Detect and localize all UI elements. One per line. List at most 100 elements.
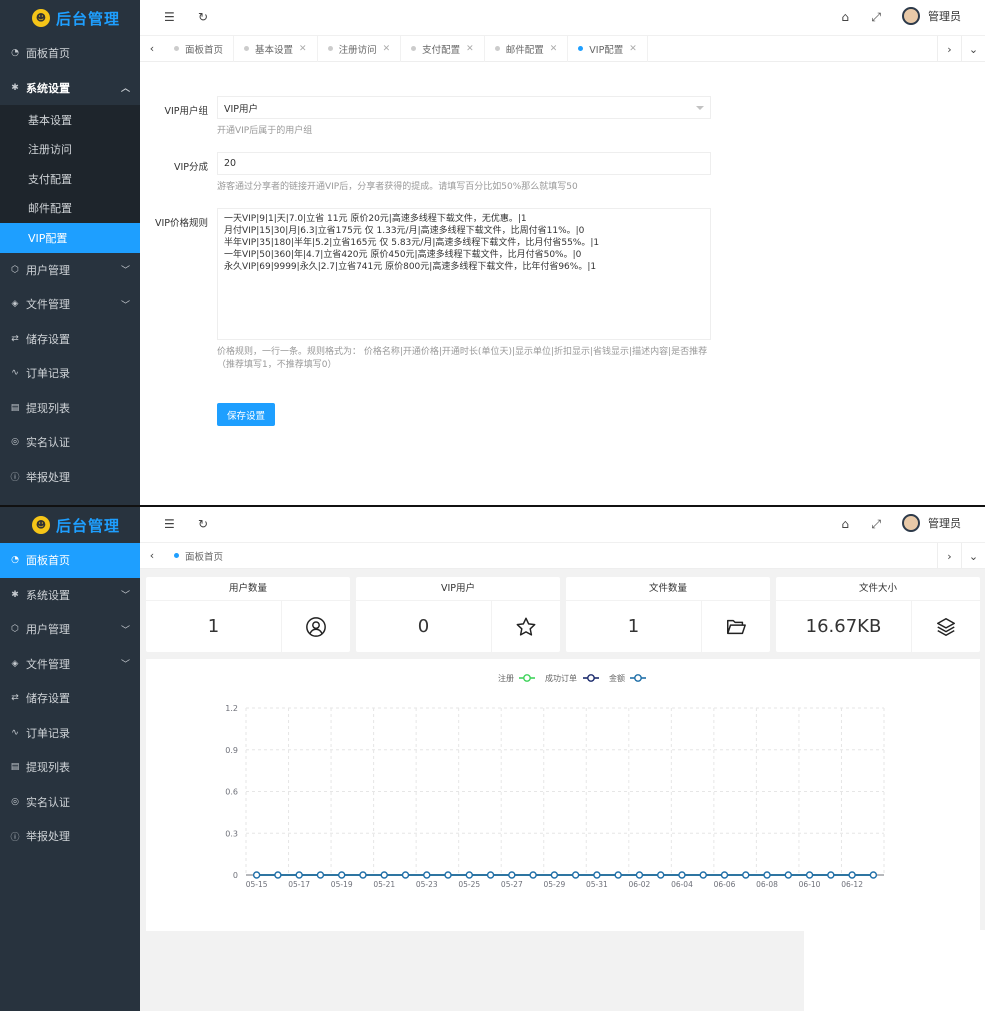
tab-scroll-right-icon[interactable]: › — [937, 36, 961, 62]
avatar — [902, 7, 920, 25]
folder-open-icon — [701, 601, 770, 652]
app-logo[interactable]: ☻ 后台管理 — [0, 0, 140, 36]
menu-toggle-icon[interactable]: ☰ — [164, 517, 175, 531]
sidebar-item-label: 订单记录 — [26, 367, 70, 381]
stat-title: VIP用户 — [356, 577, 560, 601]
data-point — [614, 871, 622, 879]
gear-icon: ✱ — [11, 589, 19, 600]
data-point — [848, 871, 856, 879]
menu-toggle-icon[interactable]: ☰ — [164, 10, 175, 24]
sidebar: ☻ 后台管理 ◔ 面板首页 ✱ 系统设置 ﹀ ⬡ 用户管理 ﹀ ◈ 文件管理 ﹀ ⇄ 储存设置 … — [0, 507, 140, 1011]
user-menu[interactable]: 管理员 — [902, 514, 961, 532]
tab-dashboard[interactable]: 面板首页 — [164, 543, 233, 569]
stat-value: 1 — [627, 616, 640, 637]
stat-value: 0 — [417, 616, 430, 637]
sidebar-item-system-settings[interactable]: ✱ 系统设置 ︿ — [0, 70, 140, 105]
user-box-icon: ⬡ — [11, 264, 19, 275]
sidebar-subitem-payment[interactable]: 支付配置 — [0, 164, 140, 194]
sidebar-item-label: 订单记录 — [26, 726, 70, 740]
tab-register[interactable]: 注册访问 ✕ — [318, 35, 402, 62]
data-point — [869, 871, 878, 879]
data-point — [593, 871, 601, 879]
close-icon[interactable]: ✕ — [466, 44, 474, 54]
data-point — [550, 871, 559, 879]
data-point — [486, 871, 495, 879]
fullscreen-icon[interactable]: ⤢ — [871, 10, 881, 25]
chevron-down-icon: ﹀ — [120, 591, 130, 602]
sidebar-item-users[interactable]: ⬡ 用户管理 ﹀ — [0, 612, 140, 647]
vip-rules-textarea[interactable]: 一天VIP|9|1|天|7.0|立省 11元 原价20元|高速多线程下载文件，无… — [217, 208, 711, 340]
data-point — [529, 871, 537, 879]
sidebar-item-label: 面板首页 — [26, 554, 70, 568]
sidebar-item-dashboard[interactable]: ◔ 面板首页 — [0, 543, 140, 578]
tab-scroll-left-icon[interactable]: ‹ — [140, 42, 164, 55]
gear-icon: ✱ — [11, 82, 19, 93]
app-logo[interactable]: ☻ 后台管理 — [0, 507, 140, 543]
tab-scroll-right-icon[interactable]: › — [937, 543, 961, 569]
sidebar-item-files[interactable]: ◈ 文件管理 ﹀ — [0, 287, 140, 322]
data-point — [657, 871, 665, 879]
sidebar-item-withdraw[interactable]: ▤ 提现列表 — [0, 750, 140, 785]
sidebar-item-system-settings[interactable]: ✱ 系统设置 ﹀ — [0, 578, 140, 613]
alert-icon: ⓘ — [10, 473, 20, 484]
sidebar-subitem-vip[interactable]: VIP配置 — [0, 223, 140, 253]
sidebar-item-label: 储存设置 — [26, 332, 70, 346]
close-icon[interactable]: ✕ — [383, 44, 391, 54]
list-icon: ▤ — [10, 402, 20, 413]
tab-basic-settings[interactable]: 基本设置 ✕ — [234, 35, 318, 62]
sidebar-subitem-register[interactable]: 注册访问 — [0, 135, 140, 165]
sidebar-item-files[interactable]: ◈ 文件管理 ﹀ — [0, 647, 140, 682]
data-point — [508, 871, 516, 879]
vip-share-input[interactable]: 20 — [217, 152, 711, 175]
sidebar-item-withdraw[interactable]: ▤ 提现列表 — [0, 391, 140, 426]
sidebar-item-dashboard[interactable]: ◔ 面板首页 — [0, 36, 140, 71]
tab-scroll-left-icon[interactable]: ‹ — [140, 549, 164, 562]
sidebar-item-label: 实名认证 — [26, 436, 70, 450]
user-menu[interactable]: 管理员 — [902, 7, 961, 25]
tab-label: VIP配置 — [589, 44, 624, 56]
close-icon[interactable]: ✕ — [550, 44, 558, 54]
topbar: ☰ ↻ ⌂ ⤢ 管理员 — [140, 507, 985, 543]
refresh-icon[interactable]: ↻ — [198, 10, 208, 24]
sidebar-item-label: 系统设置 — [26, 588, 70, 602]
tab-controls: › ⌄ — [937, 36, 985, 62]
chevron-down-icon: ﹀ — [120, 660, 130, 671]
save-button[interactable]: 保存设置 — [217, 403, 275, 426]
data-point — [827, 871, 835, 879]
home-icon[interactable]: ⌂ — [841, 517, 849, 531]
tab-dashboard[interactable]: 面板首页 — [164, 35, 235, 62]
sidebar-subitem-basic[interactable]: 基本设置 — [0, 105, 140, 135]
chevron-down-icon: ﹀ — [120, 300, 130, 311]
sidebar-subitem-email[interactable]: 邮件配置 — [0, 194, 140, 224]
tab-vip[interactable]: VIP配置 ✕ — [568, 35, 648, 62]
sidebar-item-orders[interactable]: ∿ 订单记录 — [0, 716, 140, 751]
sidebar-item-storage[interactable]: ⇄ 储存设置 — [0, 681, 140, 716]
refresh-icon[interactable]: ↻ — [198, 517, 208, 531]
tab-menu-icon[interactable]: ⌄ — [961, 543, 985, 569]
tab-email[interactable]: 邮件配置 ✕ — [485, 35, 569, 62]
tab-payment[interactable]: 支付配置 ✕ — [401, 35, 485, 62]
star-icon — [491, 601, 560, 652]
home-icon[interactable]: ⌂ — [841, 10, 849, 24]
close-icon[interactable]: ✕ — [629, 44, 637, 54]
dashboard-icon: ◔ — [11, 555, 19, 566]
sidebar-item-reports[interactable]: ⓘ 举报处理 — [0, 819, 140, 854]
vip-group-select[interactable]: VIP用户 — [217, 96, 711, 119]
tab-label: 面板首页 — [185, 551, 224, 563]
close-icon[interactable]: ✕ — [299, 44, 307, 54]
sidebar-item-reports[interactable]: ⓘ 举报处理 — [0, 460, 140, 495]
line-chart: 0 0.3 0.6 0.9 1.2 05-15 05-17 05-19 05-21 05-23 05… — [225, 673, 885, 889]
sidebar-item-verify[interactable]: ◎ 实名认证 — [0, 785, 140, 820]
sidebar-item-verify[interactable]: ◎ 实名认证 — [0, 425, 140, 460]
data-point — [742, 871, 750, 879]
sidebar-item-storage[interactable]: ⇄ 储存设置 — [0, 322, 140, 357]
sidebar-item-label: 文件管理 — [26, 298, 70, 312]
sidebar-item-users[interactable]: ⬡ 用户管理 ﹀ — [0, 253, 140, 288]
tab-label: 注册访问 — [338, 44, 377, 56]
shield-icon: ◎ — [11, 437, 19, 448]
dashboard-icon: ◔ — [11, 48, 19, 59]
tab-menu-icon[interactable]: ⌄ — [961, 36, 985, 62]
fullscreen-icon[interactable]: ⤢ — [871, 517, 881, 532]
tab-dot — [174, 553, 179, 558]
sidebar-item-orders[interactable]: ∿ 订单记录 — [0, 356, 140, 391]
